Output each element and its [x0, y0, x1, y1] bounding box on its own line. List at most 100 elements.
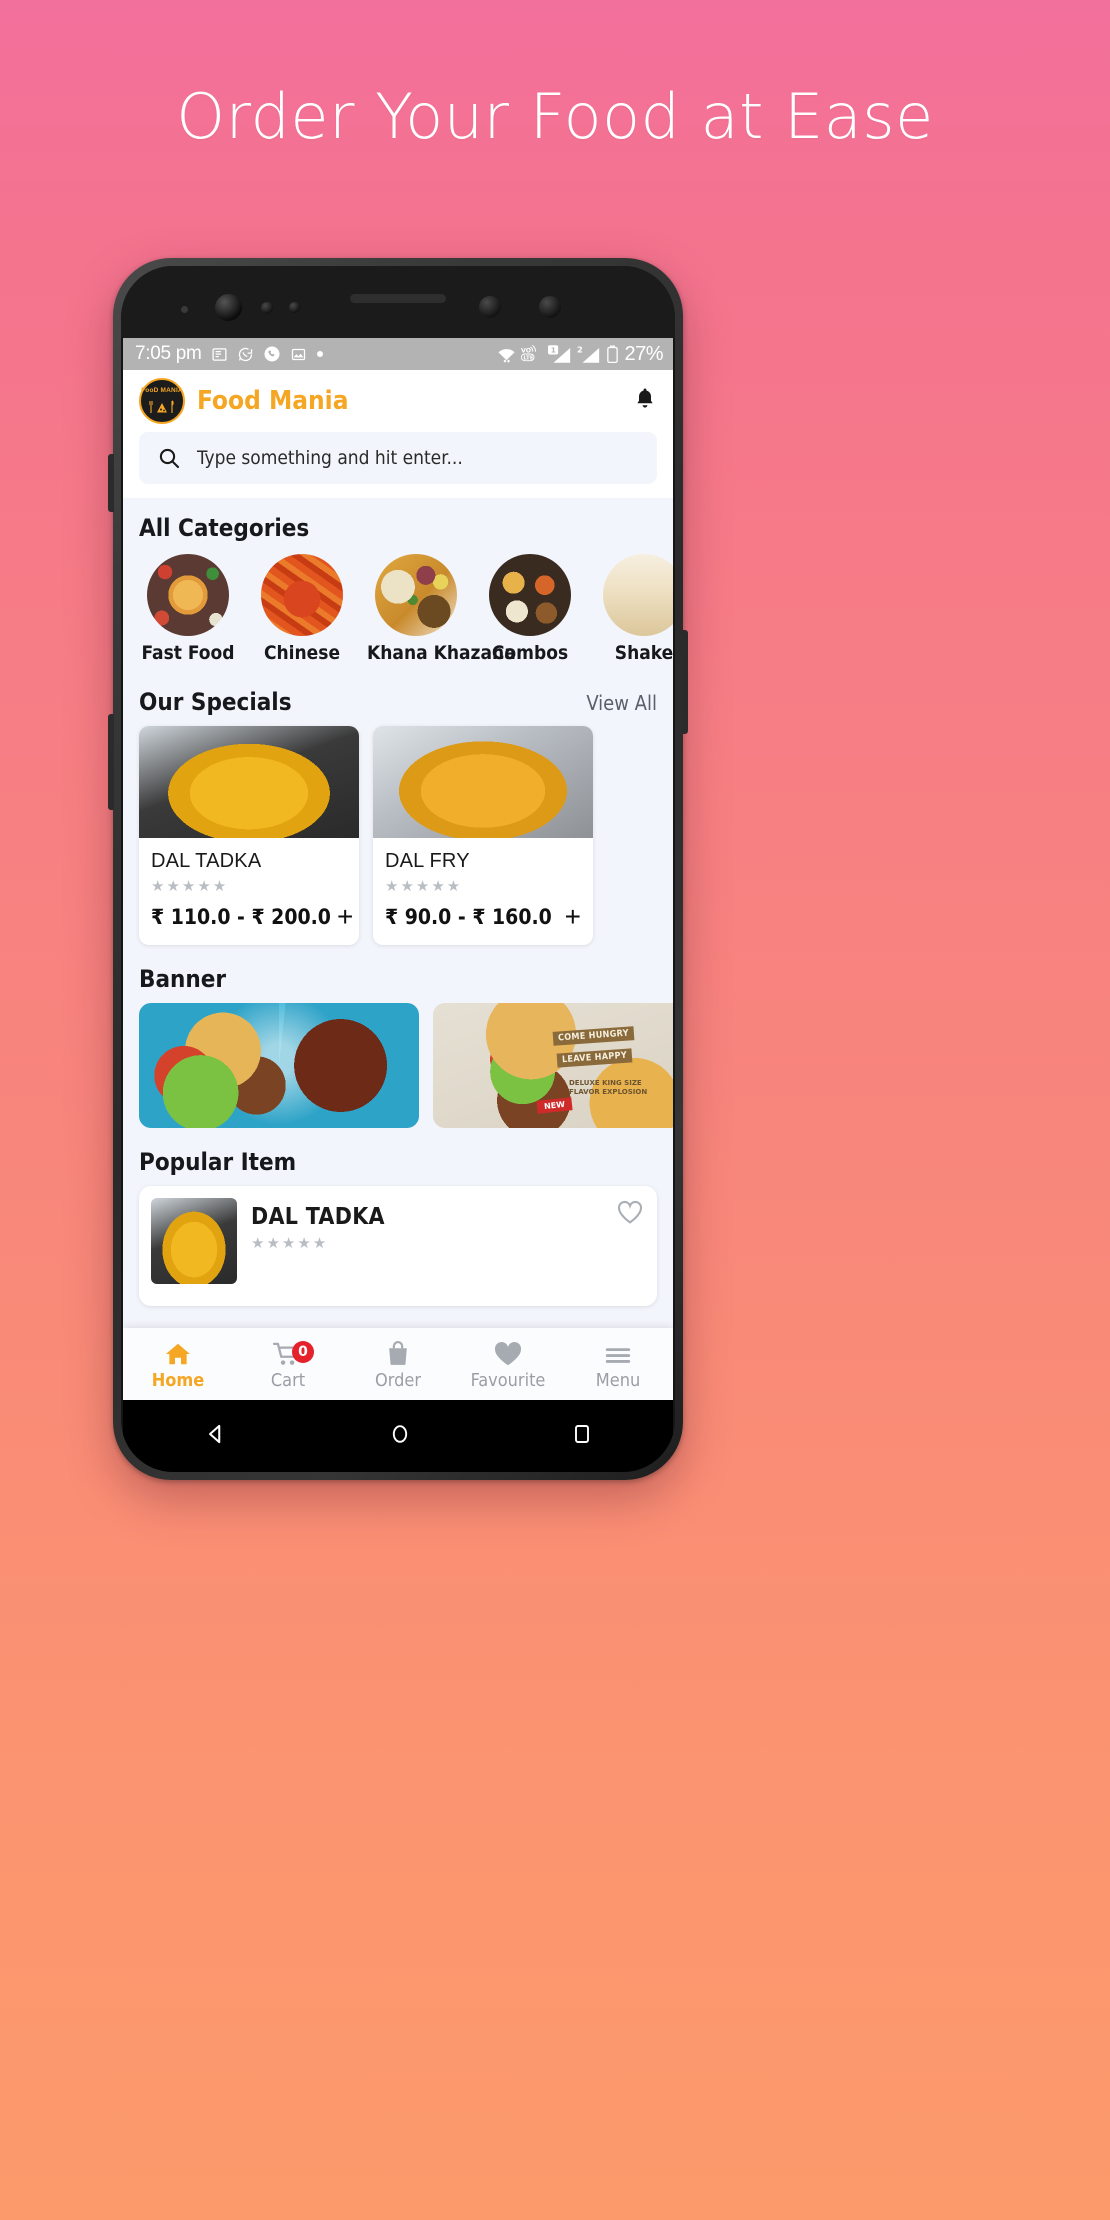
- nav-label-cart: Cart: [270, 1370, 306, 1391]
- banner-list[interactable]: COME HUNGRY LEAVE HAPPY DELUXE KING SIZE…: [123, 999, 673, 1132]
- category-item-khana-khazana[interactable]: Khana Khazana: [367, 554, 516, 664]
- app-screen: 7:05 pm VO LTE 1 2 27% FooD MANIA Food M…: [123, 338, 673, 1400]
- signal-sim2-icon: 2: [577, 345, 601, 364]
- phone-call-icon: [263, 345, 281, 363]
- nav-label-menu: Menu: [595, 1370, 641, 1391]
- ambient-sensor-icon: [539, 296, 561, 318]
- back-button[interactable]: [203, 1421, 229, 1452]
- app-logo: FooD MANIA: [139, 378, 185, 424]
- category-image-shake: [603, 554, 673, 636]
- popular-item-row[interactable]: DAL TADKA ★★★★★: [139, 1186, 657, 1306]
- nav-label-favourite: Favourite: [470, 1370, 546, 1391]
- front-camera-icon: [215, 294, 242, 321]
- app-bar: FooD MANIA Food Mania: [123, 370, 673, 432]
- category-label: Khana Khazana: [367, 642, 516, 664]
- nav-item-favourite[interactable]: Favourite: [453, 1337, 563, 1391]
- popular-item-image: [151, 1198, 237, 1284]
- logo-label: FooD MANIA: [141, 387, 183, 394]
- special-image-dal-fry: [373, 726, 593, 838]
- category-label: Shake: [614, 642, 673, 664]
- specials-list[interactable]: DAL TADKA ★★★★★ ₹ 110.0 - ₹ 200.0 + DAL …: [123, 722, 673, 949]
- nav-label-home: Home: [151, 1370, 205, 1391]
- category-item-shake[interactable]: Shake: [595, 554, 673, 664]
- special-card-dal-tadka[interactable]: DAL TADKA ★★★★★ ₹ 110.0 - ₹ 200.0 +: [139, 726, 359, 945]
- category-item-fast-food[interactable]: Fast Food: [139, 554, 237, 664]
- power-button[interactable]: [682, 630, 688, 734]
- special-card-body: DAL FRY ★★★★★ ₹ 90.0 - ₹ 160.0 +: [373, 838, 593, 945]
- nav-item-menu[interactable]: Menu: [563, 1337, 673, 1391]
- search-section: Type something and hit enter...: [123, 432, 673, 498]
- nav-item-home[interactable]: Home: [123, 1337, 233, 1391]
- category-label: Fast Food: [141, 642, 235, 664]
- special-rating-stars: ★★★★★: [151, 878, 229, 895]
- add-to-cart-button[interactable]: +: [331, 903, 353, 931]
- heart-outline-icon[interactable]: [615, 1198, 645, 1231]
- heart-icon: [493, 1337, 523, 1367]
- bell-icon[interactable]: [633, 386, 657, 417]
- wifi-icon: [497, 346, 516, 363]
- category-item-combos[interactable]: Combos: [481, 554, 579, 664]
- svg-text:VO: VO: [521, 347, 532, 354]
- categories-list[interactable]: Fast Food Chinese Khana Khazana Combos S…: [123, 548, 673, 672]
- banner-header: Banner: [123, 949, 673, 999]
- phone-mockup: 7:05 pm VO LTE 1 2 27% FooD MANIA Food M…: [108, 258, 688, 1480]
- svg-text:2: 2: [577, 345, 583, 355]
- recents-button[interactable]: [571, 1421, 593, 1452]
- category-image-combos: [489, 554, 571, 636]
- category-item-chinese[interactable]: Chinese: [253, 554, 351, 664]
- special-price: ₹ 110.0 - ₹ 200.0: [151, 905, 331, 929]
- nav-item-cart[interactable]: 0 Cart: [233, 1337, 343, 1391]
- nav-label-order: Order: [375, 1370, 421, 1391]
- categories-title: All Categories: [139, 514, 310, 542]
- phone-screen-area: 7:05 pm VO LTE 1 2 27% FooD MANIA Food M…: [121, 266, 675, 1472]
- specials-title: Our Specials: [139, 688, 292, 716]
- banner-come-hungry-leave-happy[interactable]: COME HUNGRY LEAVE HAPPY DELUXE KING SIZE…: [433, 1003, 673, 1128]
- phone-top-bezel: [121, 266, 675, 338]
- whatsapp-icon: [237, 346, 254, 363]
- sensor-small2-icon: [289, 302, 300, 313]
- special-name: DAL TADKA: [151, 850, 262, 872]
- category-label: Chinese: [263, 642, 341, 664]
- add-to-cart-button[interactable]: +: [559, 903, 581, 931]
- home-content: All Categories Fast Food Chinese Khana K…: [123, 498, 673, 1306]
- banner-burger-cola[interactable]: [139, 1003, 419, 1128]
- nav-item-order[interactable]: Order: [343, 1337, 453, 1391]
- gallery-icon: [290, 346, 307, 363]
- volume-down-button[interactable]: [108, 714, 114, 810]
- popular-item-name: DAL TADKA: [251, 1204, 385, 1230]
- banner-tagline-1: COME HUNGRY: [552, 1026, 635, 1046]
- battery-percent: 27%: [624, 342, 663, 365]
- status-time: 7:05 pm: [135, 343, 202, 364]
- svg-text:1: 1: [551, 345, 556, 354]
- popular-item-info: DAL TADKA ★★★★★: [251, 1198, 601, 1252]
- sensor-small-icon: [261, 302, 273, 314]
- volte-icon: VO LTE: [521, 345, 543, 363]
- logo-cutlery-pizza-icon: [141, 399, 183, 415]
- cart-badge: 0: [292, 1341, 314, 1363]
- banner-new-badge: NEW: [536, 1097, 573, 1114]
- android-status-bar: 7:05 pm VO LTE 1 2 27%: [123, 338, 673, 370]
- home-button[interactable]: [388, 1421, 412, 1452]
- home-icon: [164, 1337, 192, 1367]
- hamburger-icon: [604, 1337, 632, 1367]
- banner-subtitle: DELUXE KING SIZE FLAVOR EXPLOSION: [569, 1079, 648, 1096]
- popular-item-rating-stars: ★★★★★: [251, 1235, 329, 1252]
- special-card-body: DAL TADKA ★★★★★ ₹ 110.0 - ₹ 200.0 +: [139, 838, 359, 945]
- app-title: Food Mania: [197, 386, 349, 416]
- categories-header: All Categories: [123, 498, 673, 548]
- special-rating-stars: ★★★★★: [385, 878, 463, 895]
- bag-icon: [385, 1337, 411, 1367]
- search-input[interactable]: Type something and hit enter...: [139, 432, 657, 484]
- volume-up-button[interactable]: [108, 454, 114, 512]
- android-navigation-bar: [123, 1400, 673, 1472]
- category-image-fast-food: [147, 554, 229, 636]
- banner-title: Banner: [139, 965, 227, 993]
- bottom-navigation: Home 0 Cart Order Favourite Menu: [123, 1328, 673, 1400]
- signal-sim1-icon: 1: [548, 344, 572, 364]
- sensor-icon: [181, 306, 188, 313]
- special-card-dal-fry[interactable]: DAL FRY ★★★★★ ₹ 90.0 - ₹ 160.0 +: [373, 726, 593, 945]
- specials-view-all-link[interactable]: View All: [586, 691, 657, 715]
- search-icon: [157, 446, 181, 470]
- category-label: Combos: [491, 642, 569, 664]
- popular-title: Popular Item: [139, 1148, 297, 1176]
